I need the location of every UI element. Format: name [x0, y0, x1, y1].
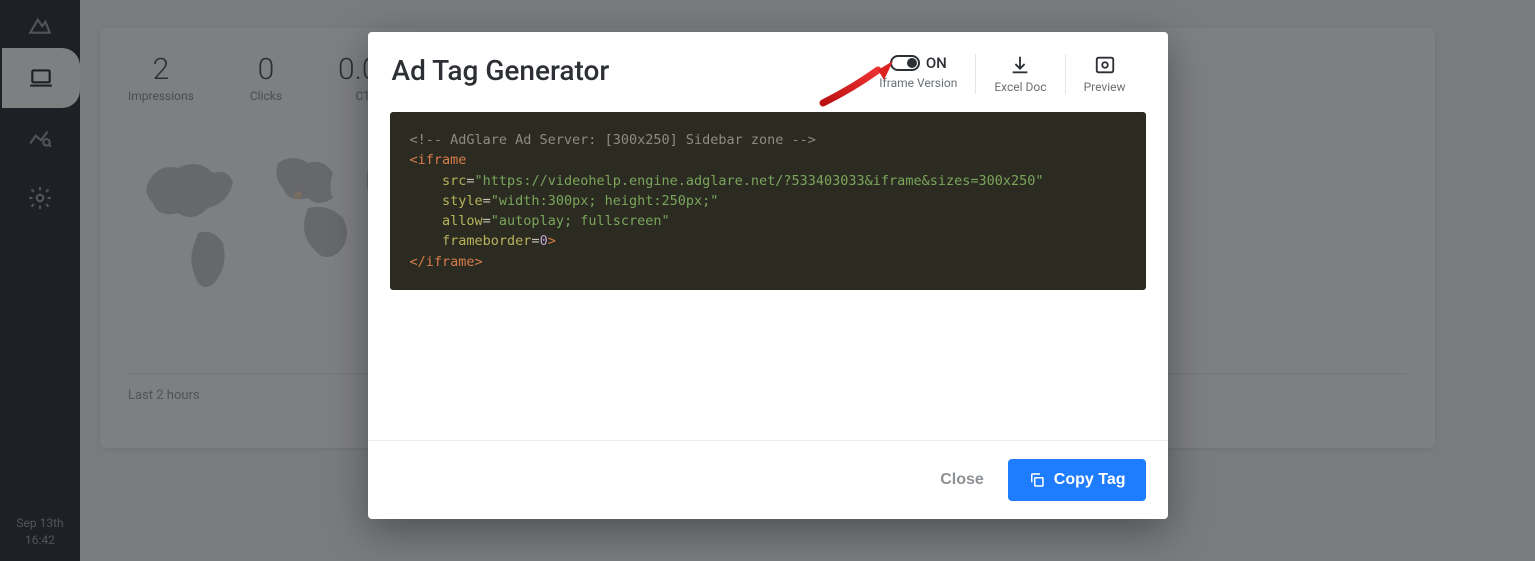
modal-footer: Close Copy Tag	[368, 440, 1168, 519]
code-val-allow: "autoplay; fullscreen"	[491, 213, 670, 229]
toggle-icon	[890, 55, 920, 71]
modal-spacer	[368, 290, 1168, 440]
code-attr-frameborder: frameborder	[442, 233, 531, 249]
code-val-frameborder: 0	[540, 233, 548, 249]
preview-label: Preview	[1084, 80, 1126, 94]
toggle-state-label: ON	[926, 54, 947, 72]
copy-icon	[1028, 471, 1046, 489]
code-close-tag: </iframe>	[410, 254, 483, 270]
copy-tag-label: Copy Tag	[1054, 471, 1126, 489]
modal-header-actions: ON Iframe Version Excel Doc Preview	[861, 54, 1143, 94]
copy-tag-button[interactable]: Copy Tag	[1008, 459, 1146, 501]
code-comment: <!-- AdGlare Ad Server: [300x250] Sideba…	[410, 132, 816, 148]
code-attr-style: style	[442, 193, 483, 209]
code-attr-src: src	[442, 173, 466, 189]
modal-overlay[interactable]: Ad Tag Generator ON Iframe Version Excel…	[0, 0, 1535, 561]
preview-action[interactable]: Preview	[1065, 54, 1144, 94]
code-block[interactable]: <!-- AdGlare Ad Server: [300x250] Sideba…	[390, 112, 1146, 290]
modal-title: Ad Tag Generator	[392, 54, 862, 87]
toggle-sub-label: Iframe Version	[879, 76, 957, 90]
excel-doc-action[interactable]: Excel Doc	[975, 54, 1064, 94]
iframe-version-toggle[interactable]: ON Iframe Version	[861, 54, 975, 90]
code-open-tag: <iframe	[410, 152, 467, 168]
excel-doc-label: Excel Doc	[994, 80, 1046, 94]
ad-tag-generator-modal: Ad Tag Generator ON Iframe Version Excel…	[368, 32, 1168, 519]
download-icon	[1009, 54, 1031, 76]
code-attr-allow: allow	[442, 213, 483, 229]
close-button[interactable]: Close	[940, 471, 984, 489]
code-val-style: "width:300px; height:250px;"	[491, 193, 719, 209]
modal-header: Ad Tag Generator ON Iframe Version Excel…	[368, 32, 1168, 112]
preview-icon	[1094, 54, 1116, 76]
code-val-src: "https://videohelp.engine.adglare.net/?5…	[475, 173, 1044, 189]
